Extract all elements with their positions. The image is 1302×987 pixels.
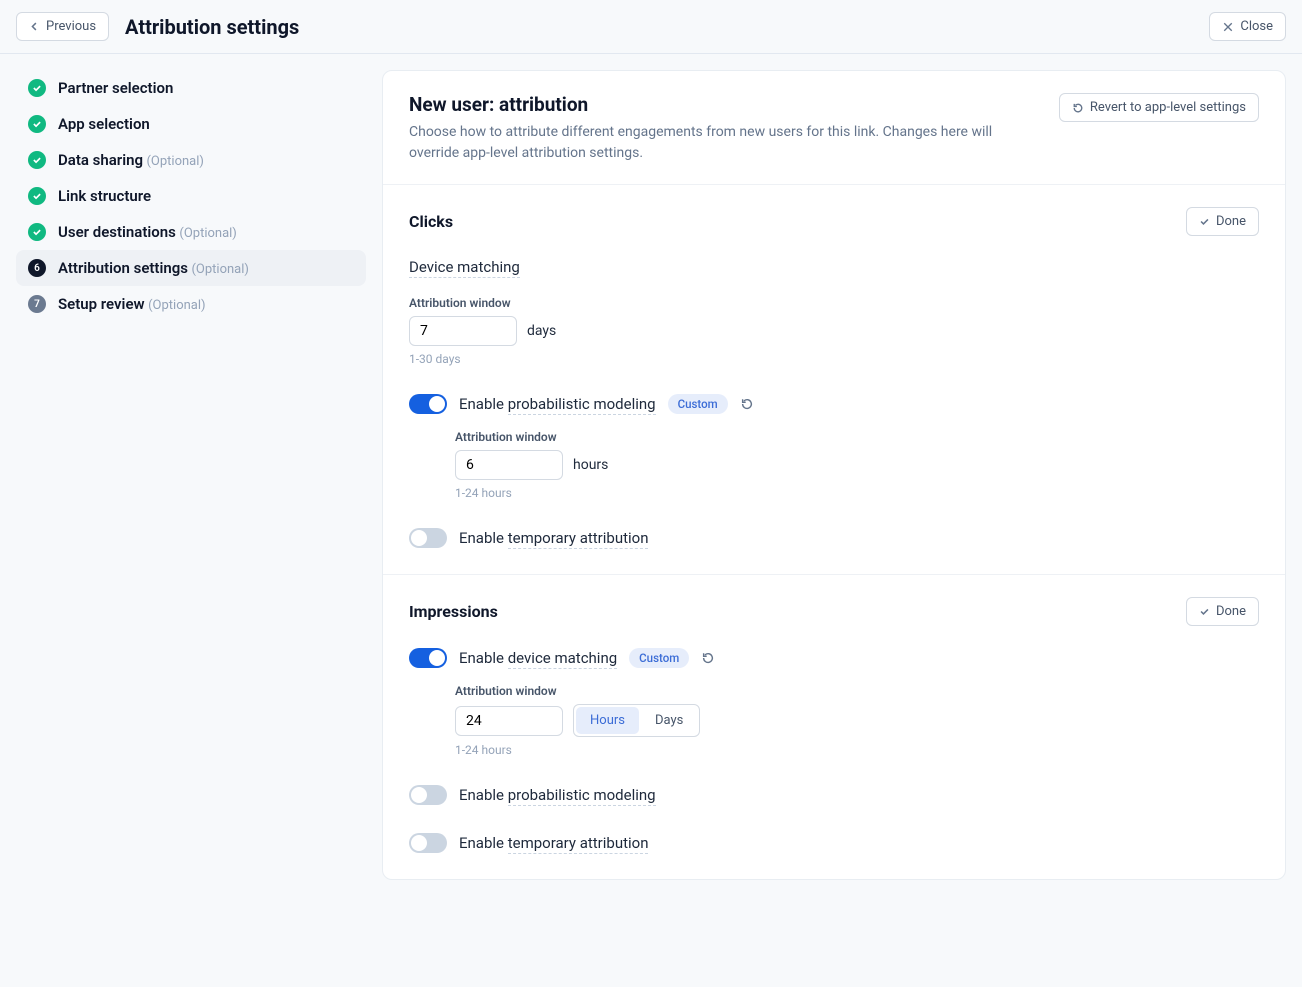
toggle-label: Enable probabilistic modeling: [459, 395, 656, 413]
unit-label: hours: [573, 457, 608, 473]
clicks-done-button[interactable]: Done: [1186, 207, 1259, 236]
section-desc: Choose how to attribute different engage…: [409, 122, 1029, 164]
step-label: Link structure: [58, 187, 151, 205]
impressions-window-label: Attribution window: [455, 684, 1259, 698]
step-label: Partner selection: [58, 79, 173, 97]
close-button-label: Close: [1240, 19, 1273, 34]
toggle-label: Enable temporary attribution: [459, 834, 648, 852]
attribution-window-label: Attribution window: [409, 296, 1259, 310]
step-partner-selection[interactable]: Partner selection: [16, 70, 366, 106]
revert-icon: [1072, 102, 1084, 114]
main-panel: New user: attribution Choose how to attr…: [382, 70, 1286, 880]
seg-days-button[interactable]: Days: [641, 707, 697, 734]
check-icon: [28, 151, 46, 169]
step-data-sharing[interactable]: Data sharing (Optional): [16, 142, 366, 178]
impressions-prob-modeling-toggle[interactable]: [409, 785, 447, 805]
custom-badge: Custom: [629, 648, 689, 668]
impressions-window-input[interactable]: [455, 706, 563, 736]
step-link-structure[interactable]: Link structure: [16, 178, 366, 214]
step-optional: (Optional): [146, 154, 203, 169]
revert-icon[interactable]: [701, 651, 715, 665]
toggle-label: Enable device matching: [459, 649, 617, 667]
clicks-prob-modeling-toggle[interactable]: [409, 394, 447, 414]
sidebar: Partner selection App selection Data sha…: [16, 70, 366, 880]
revert-button-label: Revert to app-level settings: [1090, 100, 1246, 115]
window-hint: 1-24 hours: [455, 743, 1259, 757]
nested-attribution-window-label: Attribution window: [455, 430, 1259, 444]
unit-label: days: [527, 323, 556, 339]
check-icon: [28, 79, 46, 97]
time-unit-segmented: Hours Days: [573, 704, 700, 737]
section-title: New user: attribution: [409, 93, 1029, 116]
seg-hours-button[interactable]: Hours: [576, 707, 639, 734]
previous-button[interactable]: Previous: [16, 12, 109, 41]
step-number-icon: 7: [28, 295, 46, 313]
step-label: Setup review: [58, 295, 145, 313]
step-label: App selection: [58, 115, 150, 133]
step-app-selection[interactable]: App selection: [16, 106, 366, 142]
step-optional: (Optional): [179, 226, 236, 241]
check-icon: [28, 187, 46, 205]
check-icon: [1199, 216, 1210, 227]
device-matching-label: Device matching: [409, 258, 520, 278]
step-label: User destinations: [58, 223, 176, 241]
step-attribution-settings[interactable]: 6 Attribution settings (Optional): [16, 250, 366, 286]
check-icon: [1199, 606, 1210, 617]
step-label: Data sharing: [58, 151, 143, 169]
check-icon: [28, 223, 46, 241]
step-optional: (Optional): [148, 298, 205, 313]
previous-button-label: Previous: [46, 19, 96, 34]
clicks-prob-window-input[interactable]: [455, 450, 563, 480]
clicks-window-input[interactable]: [409, 316, 517, 346]
window-hint: 1-24 hours: [455, 486, 1259, 500]
step-user-destinations[interactable]: User destinations (Optional): [16, 214, 366, 250]
chevron-left-icon: [29, 21, 40, 32]
step-optional: (Optional): [191, 262, 248, 277]
toggle-label: Enable probabilistic modeling: [459, 786, 656, 804]
page-title: Attribution settings: [125, 15, 299, 39]
clicks-title: Clicks: [409, 212, 453, 231]
window-hint: 1-30 days: [409, 352, 1259, 366]
revert-button[interactable]: Revert to app-level settings: [1059, 93, 1259, 122]
toggle-label: Enable temporary attribution: [459, 529, 648, 547]
impressions-device-match-toggle[interactable]: [409, 648, 447, 668]
impressions-done-button[interactable]: Done: [1186, 597, 1259, 626]
close-button[interactable]: Close: [1209, 12, 1286, 41]
done-label: Done: [1216, 214, 1246, 229]
revert-icon[interactable]: [740, 397, 754, 411]
step-setup-review[interactable]: 7 Setup review (Optional): [16, 286, 366, 322]
step-number-icon: 6: [28, 259, 46, 277]
impressions-title: Impressions: [409, 602, 498, 621]
step-label: Attribution settings: [58, 259, 188, 277]
impressions-temp-attr-toggle[interactable]: [409, 833, 447, 853]
custom-badge: Custom: [668, 394, 728, 414]
done-label: Done: [1216, 604, 1246, 619]
check-icon: [28, 115, 46, 133]
close-icon: [1222, 21, 1234, 33]
clicks-temp-attr-toggle[interactable]: [409, 528, 447, 548]
